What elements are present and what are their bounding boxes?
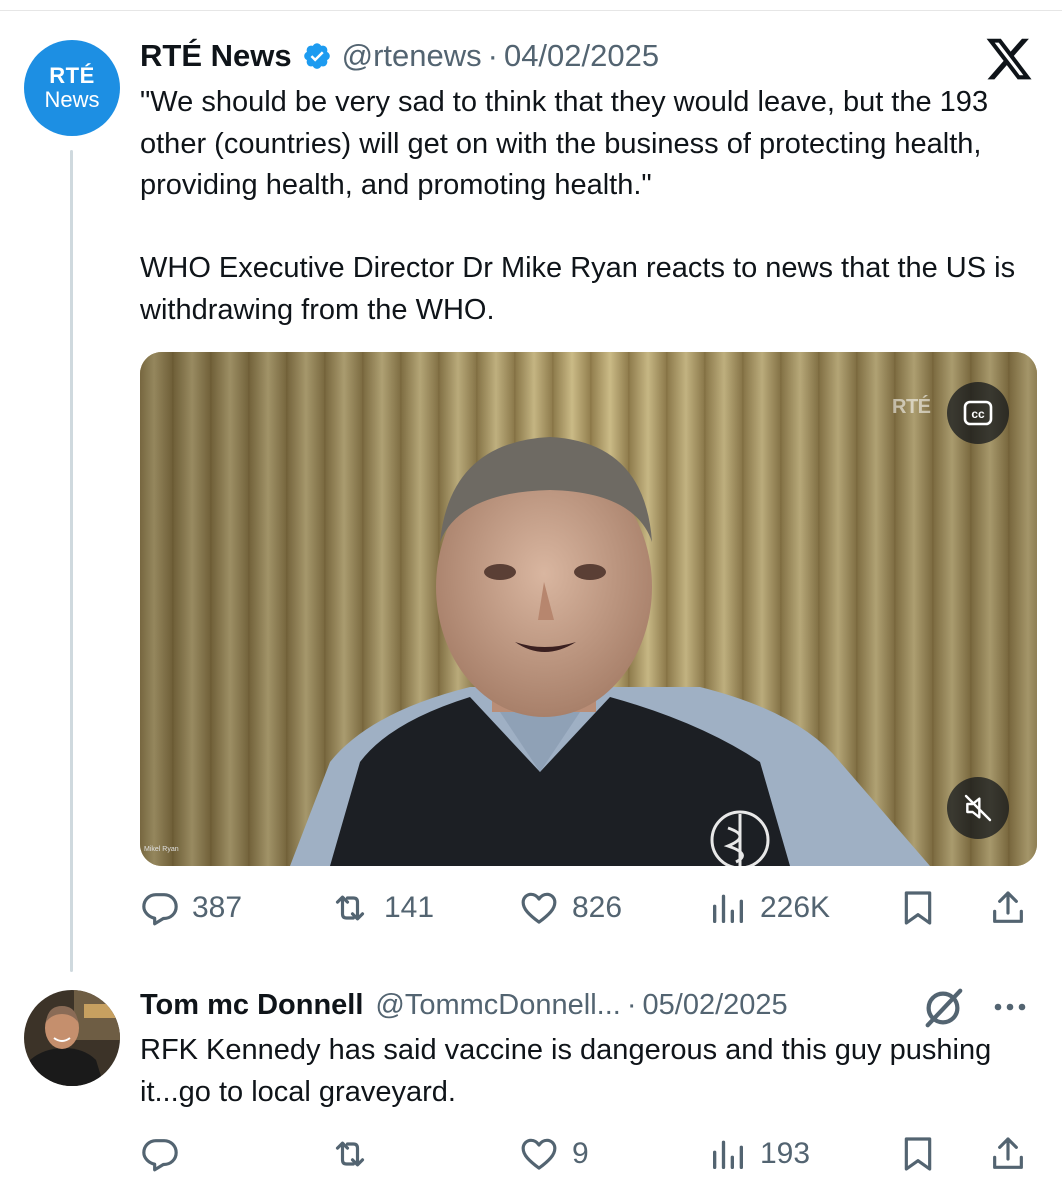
tweet-body: "We should be very sad to think that the… xyxy=(140,82,1040,331)
author-handle[interactable]: @rtenews xyxy=(342,38,482,74)
views-chart-icon xyxy=(713,894,743,923)
reply-action[interactable]: 387 xyxy=(140,888,242,928)
like-count: 826 xyxy=(572,891,623,924)
tweet-date[interactable]: 04/02/2025 xyxy=(504,38,659,74)
heart-icon xyxy=(521,1138,557,1170)
tweet-paragraph-quote: "We should be very sad to think that the… xyxy=(140,86,989,201)
video-frame xyxy=(140,352,1037,866)
reply-body: RFK Kennedy has said vaccine is dangerou… xyxy=(140,1034,992,1108)
views-count: 226K xyxy=(760,891,831,924)
avatar-rte-news[interactable]: RTÉ News xyxy=(24,40,120,136)
reply-header-separator: · xyxy=(626,988,637,1021)
avatar-tom-mc-donnell[interactable] xyxy=(24,990,120,1086)
reply-author-handle[interactable]: @TommcDonnell... xyxy=(375,989,620,1022)
header-separator: · xyxy=(487,38,498,73)
avatar-line-2: News xyxy=(44,87,100,112)
top-divider xyxy=(0,10,1062,11)
bookmark-icon xyxy=(904,1137,932,1171)
reply-views-action[interactable]: 193 xyxy=(708,1134,810,1174)
closed-captions-icon: cc xyxy=(963,400,993,426)
bookmark-icon xyxy=(904,891,932,925)
share-action[interactable] xyxy=(988,888,1028,928)
rte-watermark: RTÉ xyxy=(892,396,931,418)
tweet-paragraph-context: WHO Executive Director Dr Mike Ryan reac… xyxy=(140,252,1016,326)
reply-like-action[interactable]: 9 xyxy=(518,1134,589,1174)
reply-date[interactable]: 05/02/2025 xyxy=(643,989,788,1022)
reply-header: Tom mc Donnell @TommcDonnell... · 05/02/… xyxy=(140,985,788,1025)
repost-icon xyxy=(335,1141,365,1167)
closed-captions-button[interactable]: cc xyxy=(947,382,1009,444)
thread-connector-line xyxy=(70,150,73,972)
muted-speaker-icon xyxy=(964,794,992,822)
reply-bookmark-action[interactable] xyxy=(898,1134,938,1174)
reply-repost-action[interactable] xyxy=(328,1134,384,1174)
verified-badge-icon xyxy=(303,43,330,69)
reply-like-count: 9 xyxy=(572,1137,589,1170)
share-icon xyxy=(993,891,1023,923)
share-icon xyxy=(993,1137,1023,1169)
reply-icon xyxy=(142,1139,178,1172)
grok-icon[interactable] xyxy=(920,985,966,1031)
author-name[interactable]: RTÉ News xyxy=(140,38,292,74)
repost-count: 141 xyxy=(384,891,435,924)
unmute-button[interactable] xyxy=(947,777,1009,839)
heart-icon xyxy=(521,892,557,924)
video-player[interactable]: RTÉ Mikel Ryan cc xyxy=(140,352,1037,866)
repost-action[interactable]: 141 xyxy=(328,888,434,928)
avatar-line-1: RTÉ xyxy=(49,63,95,88)
tweet-header: RTÉ News @rtenews · 04/02/2025 xyxy=(140,36,659,76)
svg-text:cc: cc xyxy=(971,407,985,421)
reply-views-count: 193 xyxy=(760,1137,811,1170)
reply-author-photo xyxy=(24,990,120,1086)
like-action[interactable]: 826 xyxy=(518,888,622,928)
reply-reply-action[interactable] xyxy=(140,1134,192,1174)
bookmark-action[interactable] xyxy=(898,888,938,928)
more-options-icon[interactable] xyxy=(990,992,1030,1022)
views-action[interactable]: 226K xyxy=(708,888,830,928)
repost-icon xyxy=(335,895,365,921)
x-logo-icon[interactable] xyxy=(984,34,1034,84)
reply-share-action[interactable] xyxy=(988,1134,1028,1174)
reply-author-name[interactable]: Tom mc Donnell xyxy=(140,989,363,1022)
views-chart-icon xyxy=(713,1140,743,1169)
reply-count: 387 xyxy=(192,891,243,924)
speaker-caption-tag: Mikel Ryan xyxy=(144,846,179,853)
reply-icon xyxy=(142,893,178,926)
